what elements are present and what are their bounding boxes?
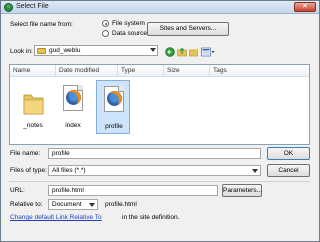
ok-button[interactable]: OK [267,147,310,160]
select-file-dialog: ○ Select File ✕ Select file name from: F… [0,0,320,242]
close-button[interactable]: ✕ [294,2,316,12]
divider [9,181,310,182]
title-bar: ○ Select File ✕ [1,1,319,14]
new-folder-icon[interactable] [189,47,199,57]
column-header-size[interactable]: Size [164,65,210,77]
back-icon[interactable] [165,47,175,57]
file-item-profile[interactable]: profile [96,80,130,134]
file-list[interactable]: Name Date modified Type Size Tags _notes… [9,64,310,145]
up-folder-icon[interactable] [177,47,187,57]
chevron-down-icon [252,169,258,173]
firefox-html-icon [104,86,124,112]
window-title: Select File [16,3,49,10]
select-from-label: Select file name from: [10,21,73,28]
file-item-label: _notes [23,122,43,129]
file-item-notes[interactable]: _notes [16,80,50,134]
url-input[interactable]: profile.html [48,185,218,196]
change-default-link[interactable]: Change default Link Relative To [10,214,102,221]
folder-icon [23,94,44,115]
chevron-down-icon [89,203,95,207]
sites-and-servers-button[interactable]: Sites and Servers... [147,22,229,36]
column-header-type[interactable]: Type [118,65,164,77]
relative-to-select[interactable]: Document [48,199,98,210]
file-item-label: index [65,122,81,129]
files-of-type-value: All files (*.*) [52,167,86,174]
parameters-button[interactable]: Parameters... [222,184,262,197]
look-in-value: gud_weblu [49,47,81,54]
file-name-label: File name: [10,150,41,157]
column-header-date-modified[interactable]: Date modified [56,65,118,77]
cancel-button[interactable]: Cancel [267,164,310,177]
folder-icon [37,48,46,54]
view-menu-icon[interactable] [201,47,215,57]
look-in-label: Look in: [10,48,33,55]
column-header-name[interactable]: Name [10,65,56,77]
file-system-radio[interactable] [102,20,109,27]
files-of-type-label: Files of type: [10,167,47,174]
relative-path: profile.html [105,201,137,208]
file-system-label: File system [112,20,145,27]
data-sources-radio[interactable] [102,30,109,37]
relative-to-label: Relative to: [10,201,43,208]
chevron-down-icon [150,48,156,52]
dreamweaver-app-icon: ○ [4,3,13,12]
file-item-label: profile [105,123,123,130]
files-of-type-select[interactable]: All files (*.*) [48,165,261,176]
data-sources-label: Data sources [112,30,151,37]
file-item-index[interactable]: index [56,80,90,134]
file-name-input[interactable]: profile [48,148,261,159]
url-label: URL: [10,187,25,194]
relative-to-value: Document [52,201,82,208]
firefox-html-icon [63,85,83,111]
column-header-tags[interactable]: Tags [210,65,309,77]
look-in-combo[interactable]: gud_weblu [34,45,158,56]
link-suffix-text: in the site definition. [122,214,180,221]
column-header-row: Name Date modified Type Size Tags [10,65,309,77]
